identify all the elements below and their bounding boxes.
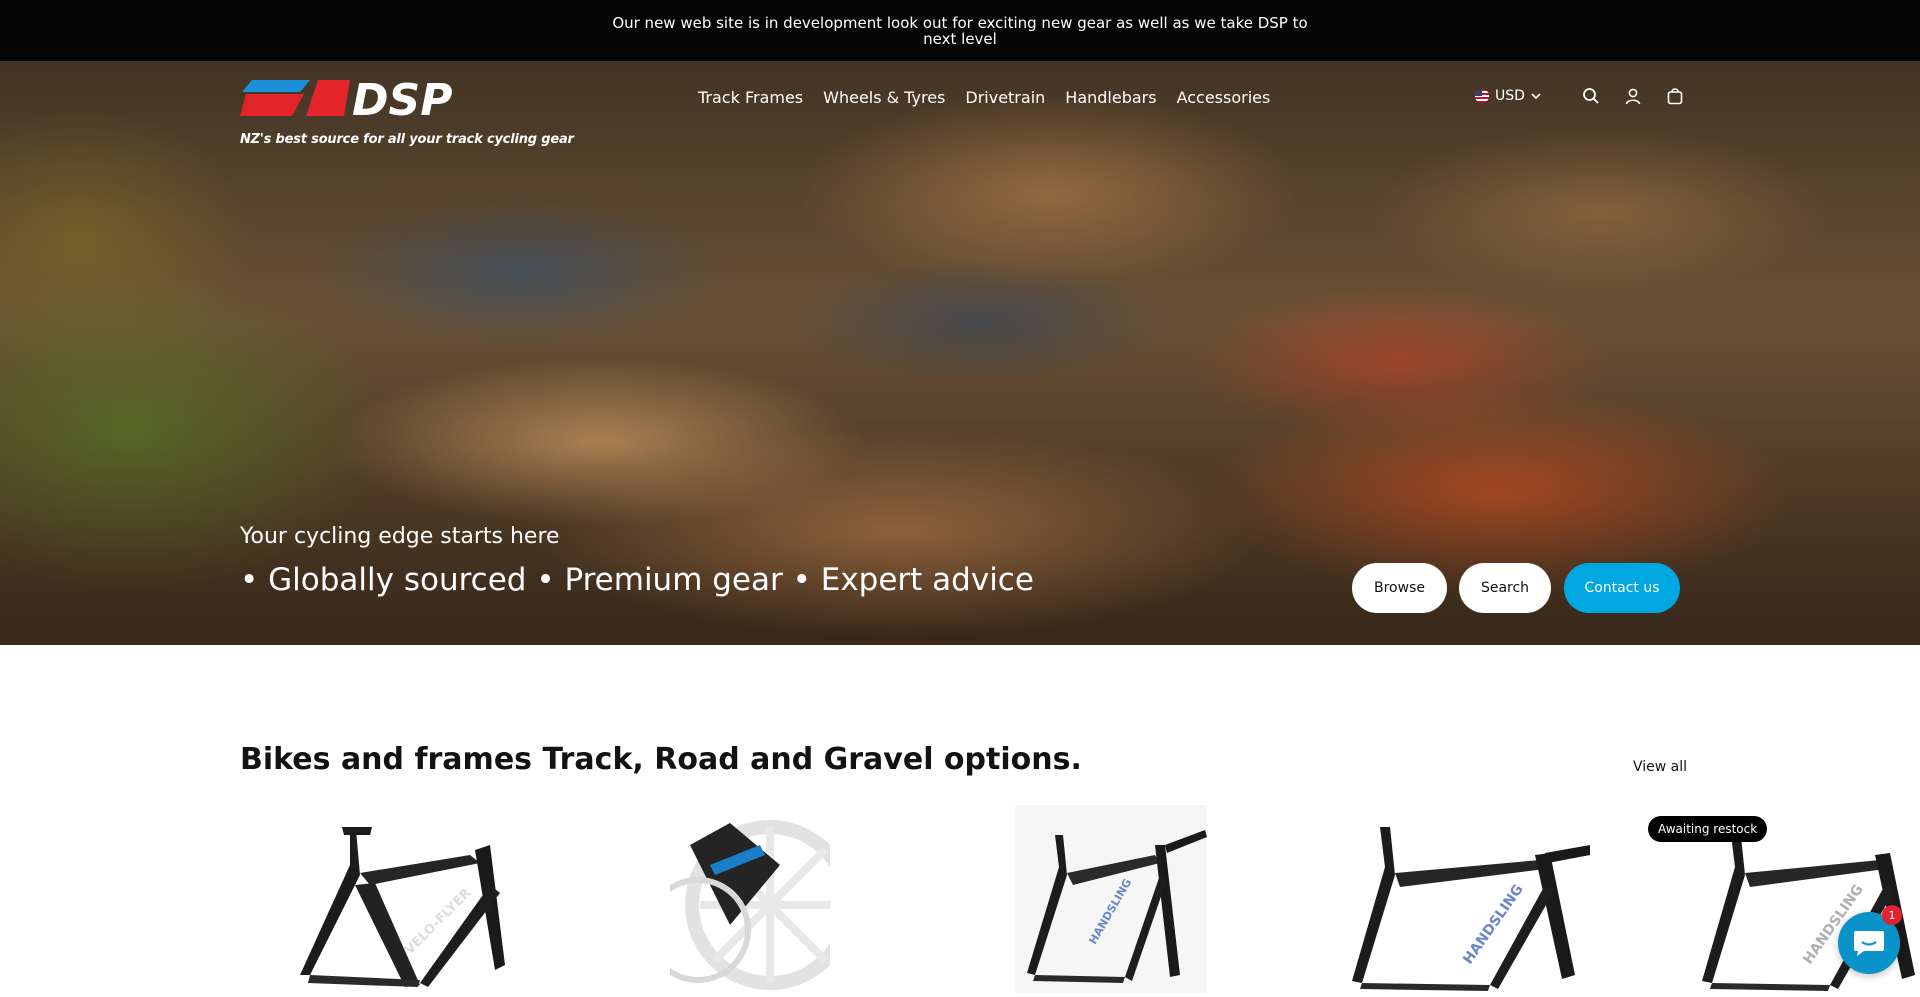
cart-button[interactable] [1663, 84, 1687, 108]
search-button[interactable] [1579, 84, 1603, 108]
contact-us-button[interactable]: Contact us [1564, 563, 1680, 613]
collection-title: Bikes and frames Track, Road and Gravel … [240, 742, 1082, 777]
hero-subheading: Your cycling edge starts here [240, 524, 560, 549]
logo-mark: DSP [240, 75, 452, 126]
browse-button[interactable]: Browse [1352, 563, 1447, 613]
product-image-frame: HANDSLING [1352, 827, 1590, 991]
product-card[interactable]: VELO-FLYER [290, 805, 550, 993]
dsp-logo[interactable]: DSP [240, 75, 550, 126]
product-image-bike [645, 820, 855, 990]
account-button[interactable] [1621, 84, 1645, 108]
product-image-frame: HANDSLING [1015, 805, 1207, 993]
account-icon [1625, 88, 1641, 105]
chat-notification-badge: 1 [1882, 905, 1902, 925]
hero-banner: DSP NZ's best source for all your track … [0, 62, 1920, 645]
view-all-link[interactable]: View all [1633, 759, 1687, 775]
currency-label: USD [1495, 88, 1525, 104]
status-badge: Awaiting restock [1648, 816, 1768, 842]
nav-handlebars[interactable]: Handlebars [1065, 88, 1156, 107]
hero-heading: • Globally sourced • Premium gear • Expe… [240, 562, 1034, 598]
product-card[interactable]: HANDSLING [1015, 805, 1207, 993]
product-carousel: VELO-FLYER HANDSLING HANDSLING HANDSLING [0, 805, 1920, 993]
product-card[interactable] [645, 805, 855, 993]
search-icon [1583, 88, 1599, 104]
search-cta-button[interactable]: Search [1459, 563, 1551, 613]
announcement-text: Our new web site is in development look … [612, 13, 1308, 48]
nav-drivetrain[interactable]: Drivetrain [965, 88, 1045, 107]
logo-text: DSP [352, 78, 452, 118]
us-flag-icon [1475, 89, 1489, 103]
nav-accessories[interactable]: Accessories [1177, 88, 1271, 107]
product-image-frame: VELO-FLYER [300, 827, 505, 987]
cart-icon [1667, 88, 1683, 105]
announcement-bar: Our new web site is in development look … [0, 0, 1920, 62]
frame-label: VELO-FLYER [402, 886, 474, 958]
tagline: NZ's best source for all your track cycl… [240, 132, 574, 147]
product-card[interactable]: HANDSLING [1340, 805, 1590, 993]
chevron-down-icon [1531, 93, 1541, 100]
nav-wheels-tyres[interactable]: Wheels & Tyres [823, 88, 945, 107]
chat-icon [1854, 931, 1884, 956]
main-nav: Track Frames Wheels & Tyres Drivetrain H… [698, 88, 1270, 107]
nav-track-frames[interactable]: Track Frames [698, 88, 803, 107]
currency-selector[interactable]: USD [1475, 88, 1541, 104]
header-utilities: USD [1475, 84, 1687, 108]
